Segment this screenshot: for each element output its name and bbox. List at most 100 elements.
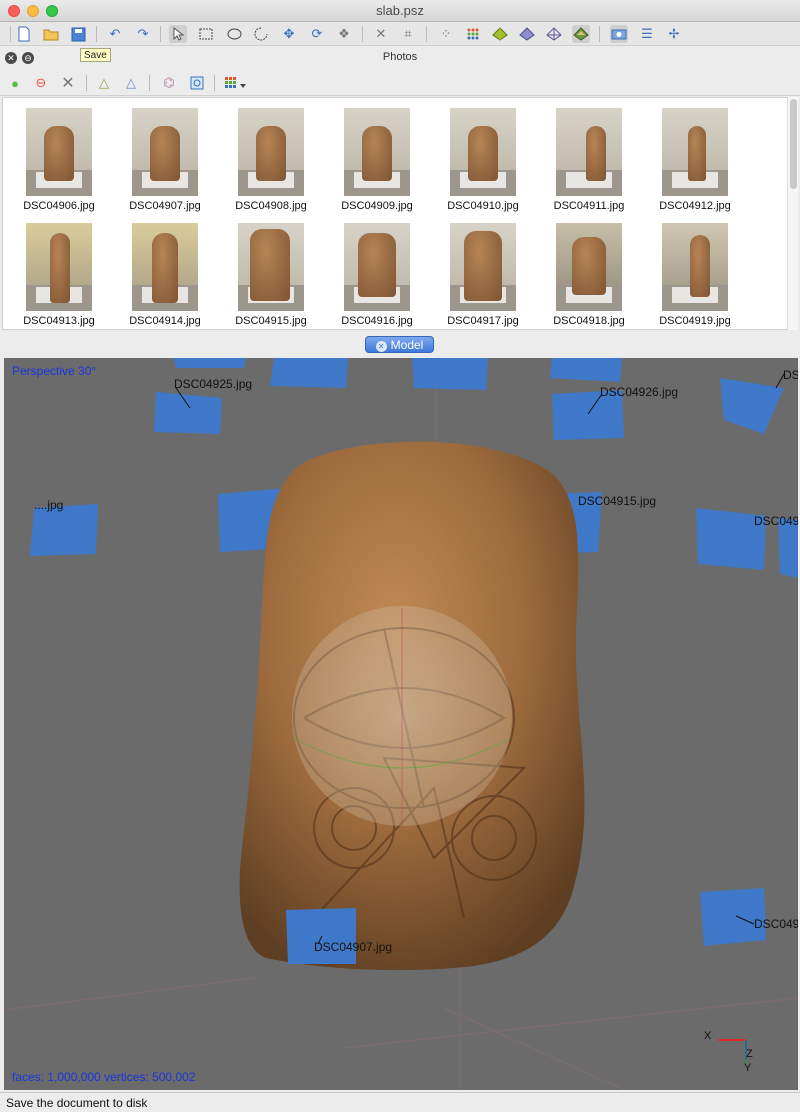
thumbnail-item[interactable]: DSC04908.jpg (215, 98, 315, 213)
photo-image (556, 108, 622, 196)
thumbnail-item[interactable]: DSC04915.jpg (215, 213, 315, 328)
photo-image (662, 223, 728, 311)
axis-z-label: Z (746, 1048, 753, 1060)
crop-icon[interactable]: ⌗ (399, 25, 417, 43)
thumbnail-item[interactable]: DSC04914.jpg (109, 213, 209, 328)
show-shapes-icon[interactable]: ☰ (638, 25, 656, 43)
disable-cameras-icon[interactable]: ⊖ (32, 74, 50, 92)
new-document-icon[interactable] (15, 25, 33, 43)
status-bar: Save the document to disk (0, 1092, 800, 1112)
solid-model-icon[interactable] (518, 25, 536, 43)
thumbnail-label: DSC04917.jpg (447, 315, 519, 327)
camera-label: DSC04925.jpg (174, 377, 253, 391)
close-tab-icon[interactable]: ✕ (375, 341, 387, 352)
thumbnail-item[interactable]: DSC04916.jpg (321, 213, 421, 328)
tab-model-label: Model (390, 338, 424, 352)
reset-filter-icon[interactable] (188, 74, 206, 92)
open-folder-icon[interactable] (42, 25, 60, 43)
ellipse-select-icon[interactable] (225, 25, 243, 43)
thumbnail-item[interactable]: DSC04913.jpg (3, 213, 103, 328)
projection-label: Perspective 30° (12, 364, 97, 378)
rotate-right-icon[interactable]: △ (122, 74, 140, 92)
photo-image (556, 223, 622, 311)
point-cloud-icon[interactable]: ⁘ (437, 25, 455, 43)
thumbnail-label: DSC04914.jpg (129, 315, 201, 327)
scrollbar-thumb[interactable] (790, 99, 797, 189)
rectangle-select-icon[interactable] (197, 25, 215, 43)
resize-region-icon[interactable]: ❖ (335, 25, 353, 43)
view-mode-dropdown-icon[interactable] (223, 74, 249, 92)
photo-image (450, 223, 516, 311)
photos-toolbar: ● ⊖ ✕ △ △ ⌬ (0, 70, 800, 96)
photo-image (26, 223, 92, 311)
camera-label-partial: ....jpg (34, 498, 64, 512)
thumbnail-item[interactable]: DSC04912.jpg (639, 98, 739, 213)
reset-view-icon[interactable]: ✢ (665, 25, 683, 43)
camera-plane (270, 358, 348, 388)
axis-gizmo (718, 1039, 747, 1066)
model-scene (4, 358, 798, 1090)
thumbnail-item[interactable]: DSC04906.jpg (3, 98, 103, 213)
redo-icon[interactable]: ↷ (134, 25, 152, 43)
shaded-model-icon[interactable] (491, 25, 509, 43)
save-icon[interactable] (69, 25, 87, 43)
tab-model[interactable]: ✕ Model (365, 336, 434, 353)
thumbnail-item[interactable]: DSC04918.jpg (533, 213, 633, 328)
photos-thumbnail-grid: DSC04906.jpg DSC04907.jpg DSC04908.jpg D… (2, 97, 797, 330)
wireframe-model-icon[interactable] (545, 25, 563, 43)
axis-y-label: Y (744, 1062, 752, 1074)
camera-plane (286, 908, 356, 964)
camera-label-partial: DS (783, 368, 798, 382)
camera-label-partial: DSC049 (754, 917, 798, 931)
camera-label: DSC04926.jpg (600, 385, 679, 399)
pointer-tool-icon[interactable] (169, 25, 187, 43)
photo-image (238, 108, 304, 196)
photo-image (132, 223, 198, 311)
thumbnail-label: DSC04919.jpg (659, 315, 731, 327)
camera-plane (720, 378, 784, 434)
photo-image (238, 223, 304, 311)
thumbnail-label: DSC04913.jpg (23, 315, 95, 327)
axis-x-label: X (704, 1030, 712, 1042)
thumbnail-item[interactable]: DSC04919.jpg (639, 213, 739, 328)
title-bar: slab.psz (0, 0, 800, 22)
remove-cameras-icon[interactable]: ✕ (59, 74, 77, 92)
undo-icon[interactable]: ↶ (106, 25, 124, 43)
thumbnail-label: DSC04908.jpg (235, 200, 307, 212)
thumbnail-label: DSC04906.jpg (23, 200, 95, 212)
thumbnail-item[interactable]: DSC04909.jpg (321, 98, 421, 213)
photo-image (662, 108, 728, 196)
thumbnail-item[interactable]: DSC04911.jpg (533, 98, 633, 213)
rotate-left-icon[interactable]: △ (95, 74, 113, 92)
save-tooltip: Save (80, 48, 111, 62)
thumbnail-item[interactable]: DSC04917.jpg (427, 213, 527, 328)
thumbnails-scrollbar[interactable] (787, 97, 798, 330)
photo-image (344, 108, 410, 196)
thumbnail-item[interactable]: DSC04910.jpg (427, 98, 527, 213)
free-form-select-icon[interactable] (252, 25, 270, 43)
thumbnail-label: DSC04907.jpg (129, 200, 201, 212)
textured-model-icon[interactable] (572, 25, 590, 43)
photo-image (344, 223, 410, 311)
model-viewport[interactable]: Perspective 30° DSC04925.jpg DSC04926.jp… (4, 358, 798, 1090)
model-stats: faces: 1,000,000 vertices: 500,002 (12, 1070, 196, 1084)
photo-image (26, 108, 92, 196)
show-cameras-icon[interactable] (610, 25, 628, 43)
photo-image (450, 108, 516, 196)
rotate-object-icon[interactable]: ⟳ (308, 25, 326, 43)
thumbnail-label: DSC04918.jpg (553, 315, 625, 327)
filter-by-selection-icon[interactable]: ⌬ (160, 74, 178, 92)
thumbnail-item[interactable]: DSC04907.jpg (109, 98, 209, 213)
dense-cloud-icon[interactable] (464, 25, 482, 43)
thumbnail-label: DSC04911.jpg (553, 200, 625, 212)
main-toolbar: ↶ ↷ ✥ ⟳ ❖ ✕ ⌗ ⁘ ☰ ✢ (0, 22, 800, 46)
enable-cameras-icon[interactable]: ● (6, 74, 24, 92)
photos-panel-title: Photos (382, 51, 418, 63)
window-title: slab.psz (376, 3, 424, 18)
camera-plane (412, 358, 488, 390)
navigation-icon[interactable]: ✥ (280, 25, 298, 43)
camera-label-partial: DSC0491 (754, 514, 798, 528)
camera-label: DSC04915.jpg (578, 494, 657, 508)
delete-icon[interactable]: ✕ (372, 25, 390, 43)
camera-plane (154, 392, 222, 434)
